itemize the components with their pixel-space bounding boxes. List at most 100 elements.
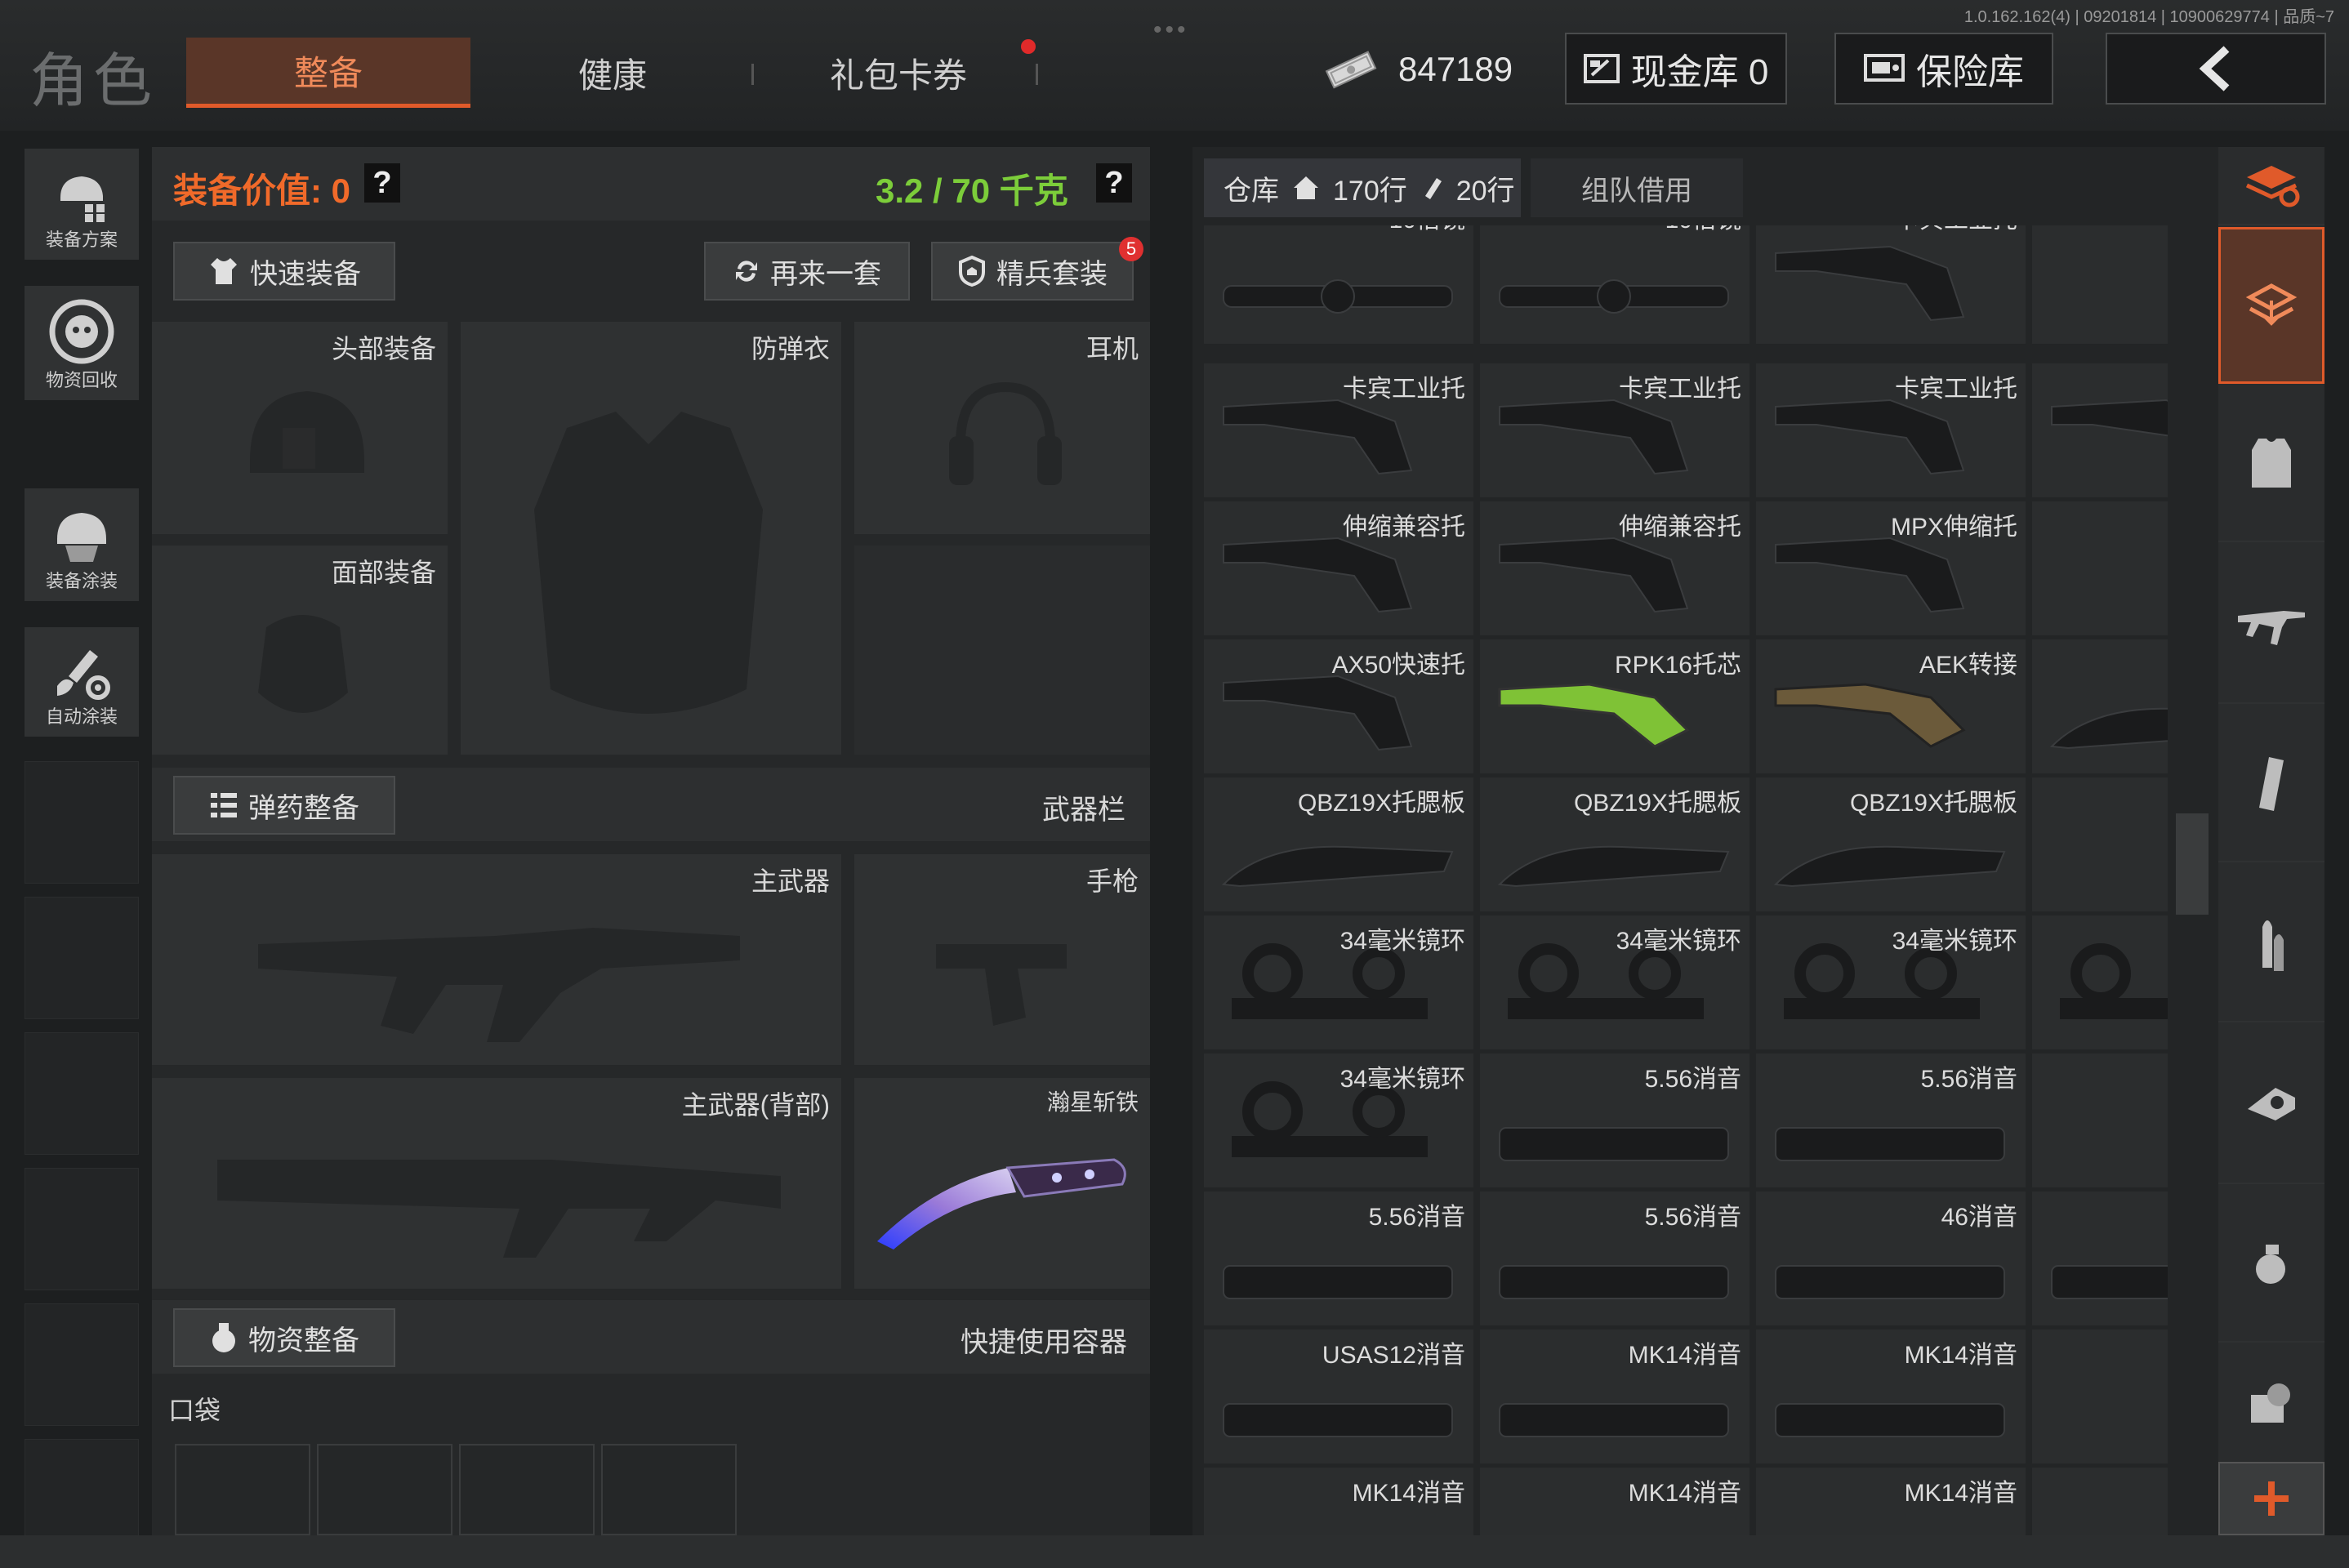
inventory-item[interactable]: MK14消音 [1756, 1468, 2026, 1535]
inventory-cell-continued[interactable] [2032, 777, 2168, 911]
sight-icon [2248, 1088, 2295, 1120]
melee-slot[interactable]: 瀚星斩铁 [854, 1078, 1150, 1289]
inventory-item[interactable]: 10倍镜 [1204, 225, 1473, 344]
inventory-item[interactable]: RPK16托芯 [1480, 639, 1749, 773]
layers-icon [2245, 283, 2298, 326]
pocket-slot[interactable] [317, 1444, 452, 1535]
inventory-item[interactable]: 卡宾工业托 [2032, 363, 2168, 497]
inventory-item[interactable]: 5.56消音 [1204, 1192, 1473, 1325]
loadout-icon [60, 176, 105, 222]
tab-gift-cards[interactable]: 礼包卡券 [800, 38, 996, 108]
category-armor-button[interactable] [2218, 387, 2324, 542]
inventory-item[interactable]: 34毫米镜环 [1480, 915, 1749, 1049]
category-attachment-button[interactable] [2218, 1026, 2324, 1184]
body-armor-slot[interactable]: 防弹衣 [461, 322, 841, 755]
inventory-item[interactable]: AX50快速托 [1204, 639, 1473, 773]
headset-slot[interactable]: 耳机 [854, 322, 1150, 534]
inventory-item[interactable]: 卡宾工业托 [1204, 363, 1473, 497]
inventory-item[interactable]: QBZ19X托腮板 [1204, 777, 1473, 911]
ammo-equip-button[interactable]: 弹药整备 [173, 776, 395, 835]
face-gear-slot[interactable]: 面部装备 [152, 546, 448, 755]
warehouse-tab[interactable]: 仓库 170行 20行 [1204, 158, 1521, 217]
category-all-button[interactable] [2218, 227, 2324, 384]
recycle-icon [49, 299, 114, 364]
team-borrow-tab[interactable]: 组队借用 [1531, 158, 1743, 217]
inventory-cell-continued[interactable] [2032, 1054, 2168, 1187]
rail-auto-paint-button[interactable]: 自动涂装 [25, 627, 139, 737]
weapon-bar-label: 武器栏 [1042, 795, 1125, 826]
inventory-item[interactable]: USAS12消音 [1204, 1330, 1473, 1463]
headset-icon [949, 381, 1062, 485]
inventory-item[interactable]: MK14消音 [1204, 1468, 1473, 1535]
inventory-item[interactable]: 伸缩兼容托 [1480, 501, 1749, 635]
tab-health[interactable]: 健康 [523, 38, 702, 108]
inventory-item[interactable]: 10倍镜 [1480, 225, 1749, 344]
inventory-item-label: 伸缩兼容托 [1619, 514, 1741, 541]
inventory-scrollbar[interactable] [2176, 813, 2209, 915]
sort-button[interactable] [2218, 147, 2324, 225]
rail-loadout-button[interactable]: 装备方案 [25, 149, 139, 260]
category-rifle-button[interactable] [2218, 546, 2324, 704]
inventory-cell-continued[interactable] [2032, 501, 2168, 635]
currency-amount: 847189 [1398, 50, 1513, 88]
inventory-item-label: 5.56消音 [1644, 1066, 1741, 1093]
elite-set-button[interactable]: 精兵套装 [931, 242, 1134, 301]
value-help-button[interactable]: ? [364, 163, 400, 203]
inventory-item[interactable]: MPX伸缩托 [1756, 501, 2026, 635]
quick-equip-button[interactable]: 快速装备 [173, 242, 395, 301]
supply-equip-button[interactable]: 物资整备 [173, 1308, 395, 1367]
category-misc-button[interactable] [2218, 1346, 2324, 1460]
safe-box-button[interactable]: 保险库 [1834, 33, 2053, 105]
inventory-item[interactable]: MK14消音 [1480, 1468, 1749, 1535]
scope-icon [1215, 268, 1460, 329]
more-dots-icon: ••• [1153, 16, 1189, 43]
inventory-item[interactable]: QBZ19X托腮板 [1480, 777, 1749, 911]
inventory-item[interactable]: 34毫米镜环 [1204, 1054, 1473, 1187]
back-button[interactable] [2106, 33, 2326, 105]
again-set-button[interactable]: 再来一套 [704, 242, 910, 301]
quick-equip-label: 快速装备 [250, 258, 361, 290]
inventory-item[interactable]: 伸缩兼容托 [1204, 501, 1473, 635]
cash-vault-button[interactable]: 现金库 0 [1565, 33, 1787, 105]
inventory-item[interactable]: 34毫米镜环 [2032, 915, 2168, 1049]
rail-empty-slot [25, 1439, 139, 1537]
inventory-item[interactable]: 5.56消音 [1480, 1054, 1749, 1187]
primary-weapon-slot[interactable]: 主武器 [152, 854, 841, 1065]
rail-gear-paint-button[interactable]: 装备涂装 [25, 488, 139, 601]
inventory-item[interactable]: MK14消音 [1756, 1330, 2026, 1463]
rail-recycle-button[interactable]: 物资回收 [25, 286, 139, 400]
inventory-item-label: 10倍镜 [1665, 225, 1741, 235]
inventory-item[interactable]: 5.56消音 [1756, 1054, 2026, 1187]
category-magazine-button[interactable] [2218, 707, 2324, 862]
inventory-item[interactable]: MK14消音 [2032, 1468, 2168, 1535]
category-grenade-button[interactable] [2218, 1187, 2324, 1343]
pistol-slot[interactable]: 手枪 [854, 854, 1150, 1065]
inventory-cell-continued[interactable] [2032, 1330, 2168, 1463]
armor-vest-icon [534, 412, 763, 714]
inventory-item[interactable]: 卡宾工业托 [1756, 225, 2026, 344]
inventory-item[interactable]: QBZ19X托腮板 [2032, 639, 2168, 773]
pocket-slot[interactable] [459, 1444, 595, 1535]
inventory-cell-continued[interactable] [2032, 225, 2168, 344]
head-gear-slot[interactable]: 头部装备 [152, 322, 448, 534]
inventory-item[interactable]: QBZ19X托腮板 [1756, 777, 2026, 911]
inventory-item[interactable]: 46消音 [2032, 1192, 2168, 1325]
inventory-item[interactable]: 5.56消音 [1480, 1192, 1749, 1325]
inventory-item[interactable]: AEK转接 [1756, 639, 2026, 773]
weight-help-button[interactable]: ? [1096, 163, 1132, 203]
inventory-item[interactable]: 34毫米镜环 [1204, 915, 1473, 1049]
inventory-item[interactable]: 34毫米镜环 [1756, 915, 2026, 1049]
primary-back-slot[interactable]: 主武器(背部) [152, 1078, 841, 1289]
inventory-item[interactable]: 46消音 [1756, 1192, 2026, 1325]
tab-prepare[interactable]: 整备 [186, 38, 470, 108]
inventory-item[interactable]: 卡宾工业托 [1480, 363, 1749, 497]
pocket-slot[interactable] [601, 1444, 737, 1535]
inventory-item[interactable]: MK14消音 [1480, 1330, 1749, 1463]
suppressor-icon [1215, 1258, 1460, 1311]
inventory-item[interactable]: 卡宾工业托 [1756, 363, 2026, 497]
add-button[interactable] [2218, 1462, 2324, 1535]
rail-empty-slot [25, 1032, 139, 1155]
rail-empty-slot [25, 1168, 139, 1290]
category-ammo-button[interactable] [2218, 866, 2324, 1022]
pocket-slot[interactable] [175, 1444, 310, 1535]
